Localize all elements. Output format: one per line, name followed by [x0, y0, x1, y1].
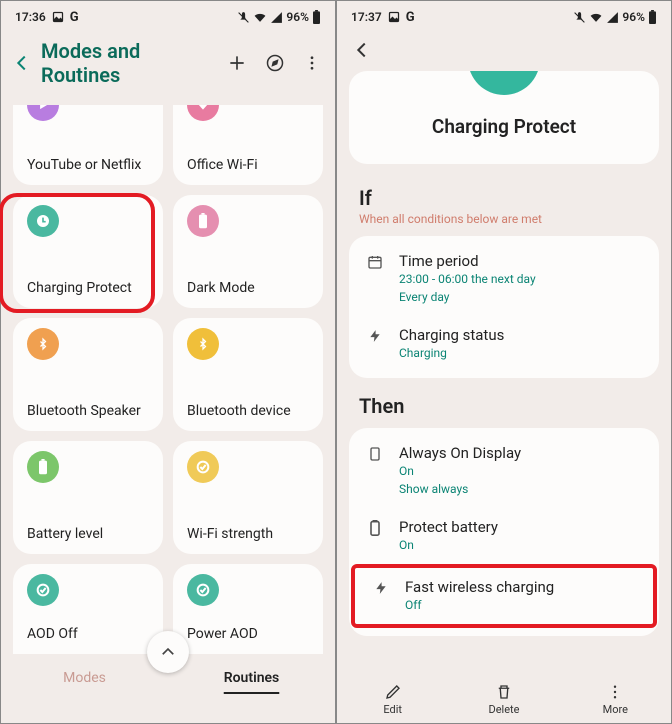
tile-label: YouTube or Netflix [27, 157, 149, 179]
hero-icon [468, 71, 540, 95]
check-icon [27, 574, 59, 606]
google-icon: G [70, 10, 79, 25]
tile-label: Bluetooth device [187, 403, 309, 425]
battery-icon [648, 10, 657, 24]
row-title: Fast wireless charging [405, 578, 637, 596]
action-label: Delete [488, 703, 519, 716]
condition-row[interactable]: Time period 23:00 - 06:00 the next day E… [349, 242, 659, 316]
routines-grid: YouTube or Netflix Office Wi-Fi Charging… [1, 105, 335, 654]
check-icon [187, 574, 219, 606]
status-time: 17:37 [351, 10, 382, 24]
routine-title: Charging Protect [432, 115, 576, 138]
battery-icon [27, 451, 59, 483]
tile-label: Battery level [27, 526, 149, 548]
row-title: Time period [399, 252, 643, 270]
more-button[interactable]: More [560, 675, 671, 723]
if-section: If When all conditions below are met Tim… [337, 184, 671, 386]
if-card: Time period 23:00 - 06:00 the next day E… [349, 236, 659, 378]
status-bar: 17:37 G 96% [337, 1, 671, 29]
action-label: Edit [383, 703, 402, 716]
then-section: Then Always On Display On Show always Pr… [337, 392, 671, 644]
routine-tile[interactable]: AOD Off [13, 564, 163, 654]
routine-tile[interactable]: Charging Protect [13, 195, 163, 308]
tile-label: Power AOD [187, 626, 309, 648]
if-subheading: When all conditions below are met [349, 212, 659, 236]
status-time: 17:36 [15, 10, 46, 24]
battery-percent: 96% [622, 10, 645, 24]
tile-label: Charging Protect [27, 280, 149, 302]
tile-label: Wi-Fi strength [187, 526, 309, 548]
condition-row[interactable]: Charging status Charging [349, 316, 659, 372]
row-line: Show always [399, 480, 643, 498]
row-line: On [399, 536, 643, 554]
action-row[interactable]: Protect battery On [349, 508, 659, 564]
tile-label: Office Wi-Fi [187, 157, 309, 179]
discover-button[interactable] [265, 53, 285, 73]
row-line: On [399, 462, 643, 480]
tile-label: AOD Off [27, 626, 149, 648]
bolt-icon [371, 578, 391, 596]
row-title: Charging status [399, 326, 643, 344]
delete-button[interactable]: Delete [448, 675, 559, 723]
phone-left: 17:36 G 96% Modes and Routines YouTube o… [0, 0, 336, 724]
back-button[interactable] [337, 29, 671, 61]
signal-icon [606, 11, 619, 24]
row-line: Off [405, 596, 637, 614]
clock-icon [27, 205, 59, 237]
routine-tile[interactable]: Wi-Fi strength [173, 441, 323, 554]
google-icon: G [406, 10, 415, 25]
routine-tile[interactable]: Office Wi-Fi [173, 105, 323, 185]
bluetooth-icon [27, 328, 59, 360]
row-line: Charging [399, 344, 643, 362]
wifi-icon [253, 11, 267, 24]
check-icon [187, 451, 219, 483]
action-label: More [603, 703, 628, 716]
then-card: Always On Display On Show always Protect… [349, 428, 659, 636]
routine-tile[interactable]: Dark Mode [173, 195, 323, 308]
calendar-icon [365, 252, 385, 270]
row-title: Always On Display [399, 444, 643, 462]
back-button[interactable] [11, 52, 33, 74]
row-line: Every day [399, 288, 643, 306]
tab-routines[interactable]: Routines [168, 654, 335, 702]
routine-tile[interactable]: YouTube or Netflix [13, 105, 163, 185]
monitor-icon [365, 444, 385, 462]
routine-tile[interactable]: Bluetooth device [173, 318, 323, 431]
page-title: Modes and Routines [41, 39, 219, 87]
phone-right: 17:37 G 96% Charging Protect If When all… [336, 0, 672, 724]
bottom-actions: Edit Delete More [337, 671, 671, 723]
row-title: Protect battery [399, 518, 643, 536]
tab-modes[interactable]: Modes [1, 654, 168, 702]
more-button[interactable] [303, 53, 321, 73]
signal-icon [270, 11, 283, 24]
routine-tile[interactable]: Bluetooth Speaker [13, 318, 163, 431]
mute-icon [573, 11, 586, 24]
routine-tile[interactable]: Battery level [13, 441, 163, 554]
mute-icon [237, 11, 250, 24]
scroll-up-button[interactable] [147, 631, 189, 673]
status-bar: 17:36 G 96% [1, 1, 335, 29]
battery-icon [187, 205, 219, 237]
add-button[interactable] [227, 53, 247, 73]
routine-hero: Charging Protect [349, 71, 659, 164]
tile-label: Dark Mode [187, 280, 309, 302]
routine-tile[interactable]: Power AOD [173, 564, 323, 654]
app-header: Modes and Routines [1, 29, 335, 105]
edit-button[interactable]: Edit [337, 675, 448, 723]
battery-percent: 96% [286, 10, 309, 24]
battery-icon [312, 10, 321, 24]
if-heading: If [349, 184, 659, 212]
bolt-icon [365, 326, 385, 344]
wifi-icon [589, 11, 603, 24]
row-line: 23:00 - 06:00 the next day [399, 270, 643, 288]
then-heading: Then [349, 392, 659, 428]
action-row-fast-wireless[interactable]: Fast wireless charging Off [351, 564, 657, 628]
tile-label: Bluetooth Speaker [27, 403, 149, 425]
image-icon [52, 11, 64, 23]
image-icon [388, 11, 400, 23]
battery-icon [365, 518, 385, 536]
bluetooth-icon [187, 328, 219, 360]
action-row[interactable]: Always On Display On Show always [349, 434, 659, 508]
